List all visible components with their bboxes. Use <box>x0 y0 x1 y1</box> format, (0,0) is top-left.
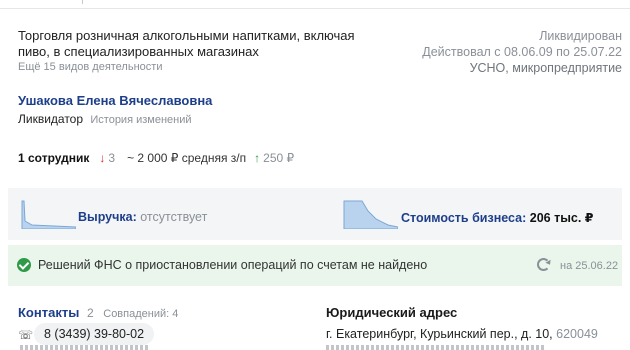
history-link[interactable]: История изменений <box>90 114 191 126</box>
employees-row: 1 сотрудник ↓ 3 ~ 2 000 ₽ средняя з/п ↑ … <box>18 151 294 165</box>
tax-regime: УСНО, микропредприятие <box>469 61 622 75</box>
check-circle-icon <box>17 258 31 272</box>
status-period: Действовал с 08.06.09 по 25.07.22 <box>422 45 622 59</box>
status-block: Ликвидирован Действовал с 08.06.09 по 25… <box>422 28 622 76</box>
person-role: Ликвидатор <box>18 112 84 126</box>
tab-stub <box>82 0 88 4</box>
legal-address: г. Екатеринбург, Курьинский пер., д. 10,… <box>326 327 598 341</box>
business-value-sparkline <box>343 200 398 229</box>
address-text: г. Екатеринбург, Курьинский пер., д. 10, <box>326 327 553 341</box>
phone-icon: ☏ <box>18 328 34 342</box>
business-value-sparkline-area <box>343 200 398 229</box>
more-activities-link[interactable]: Ещё 15 видов деятельности <box>18 61 162 73</box>
employee-count: 1 сотрудник <box>18 151 90 165</box>
fns-date: на 25.06.22 <box>560 260 619 272</box>
company-card: Торговля розничная алкогольными напиткам… <box>0 0 630 350</box>
liquidator-name-link[interactable]: Ушакова Елена Вячеславовна <box>18 93 212 108</box>
status-state: Ликвидирован <box>539 29 622 43</box>
contacts-title: Контакты <box>18 305 80 320</box>
contacts-count: 2 <box>86 306 94 320</box>
business-value-label: Стоимость бизнеса: <box>401 211 527 225</box>
legal-address-title: Юридический адрес <box>326 305 458 320</box>
revenue-row[interactable]: Выручка: отсутствует <box>78 210 207 224</box>
refresh-icon[interactable] <box>537 258 550 271</box>
business-value: 206 тыс. ₽ <box>529 211 594 225</box>
phone-number-chip[interactable]: 8 (3439) 39-80-02 <box>34 323 155 345</box>
person-role-row: Ликвидатор История изменений <box>18 112 192 126</box>
contacts-header[interactable]: Контакты 2 Совпадений: 4 <box>18 305 178 320</box>
revenue-sparkline-area <box>21 200 76 229</box>
fns-status-panel: Решений ФНС о приостановлении операций п… <box>8 245 622 286</box>
business-value-row[interactable]: Стоимость бизнеса: 206 тыс. ₽ <box>401 210 593 225</box>
fns-message: Решений ФНС о приостановлении операций п… <box>38 258 428 272</box>
top-border <box>0 0 630 9</box>
employee-change: 3 <box>108 151 116 165</box>
arrow-up-icon: ↑ <box>254 151 261 165</box>
address-zip: 620049 <box>556 327 598 341</box>
revenue-label: Выручка: <box>78 210 137 224</box>
average-salary: ~ 2 000 ₽ средняя з/п <box>127 151 247 165</box>
revenue-value: отсутствует <box>140 210 208 224</box>
cropped-text-left <box>20 345 150 350</box>
revenue-sparkline <box>21 200 76 229</box>
salary-change: 250 ₽ <box>263 151 295 165</box>
main-activity: Торговля розничная алкогольными напиткам… <box>18 28 355 59</box>
finance-panel: Выручка: отсутствует Стоимость бизнеса: … <box>8 188 622 240</box>
arrow-down-icon: ↓ <box>99 151 106 165</box>
cropped-text-right <box>326 345 546 350</box>
contacts-matches: Совпадений: 4 <box>103 308 179 320</box>
